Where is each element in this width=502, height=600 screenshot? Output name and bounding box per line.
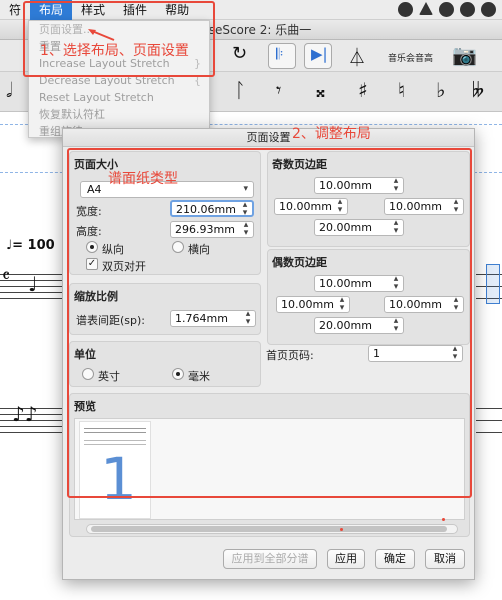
staff-line: [476, 408, 502, 409]
pan-button[interactable]: ▶|: [304, 43, 332, 69]
tray-evernote-icon[interactable]: [460, 2, 475, 17]
staff-line: [0, 432, 62, 433]
repeat-button[interactable]: 𝄆: [268, 43, 296, 69]
cancel-button[interactable]: 取消: [425, 549, 465, 569]
metronome-icon[interactable]: ⏃: [348, 44, 366, 70]
double-flat-icon[interactable]: 𝄫: [472, 78, 484, 102]
tray-wechat-icon[interactable]: [481, 2, 496, 17]
annotation-dot: [442, 518, 445, 521]
annotation-dot: [340, 528, 343, 531]
staff-line: [0, 298, 62, 299]
annotation-step1: 1、选择布局、页面设置: [40, 43, 189, 59]
annotation-paper-type: 谱面纸类型: [108, 171, 178, 187]
pan-icon: ▶|: [311, 45, 328, 63]
scrollbar-thumb[interactable]: [91, 526, 447, 532]
repeat-icon: 𝄆: [276, 45, 284, 63]
flip-stem-icon[interactable]: ᛚ: [234, 78, 246, 102]
ok-button[interactable]: 确定: [375, 549, 415, 569]
note-icon[interactable]: ♪♪: [12, 402, 38, 426]
note-duration-icon[interactable]: 𝅗𝅥: [6, 78, 12, 102]
tray-warning-icon[interactable]: [419, 2, 433, 15]
staff-line: [476, 420, 502, 421]
staff-line: [0, 426, 62, 427]
apply-all-parts-button[interactable]: 应用到全部分谱: [223, 549, 317, 569]
camera-icon[interactable]: 📷: [452, 43, 477, 67]
note-icon[interactable]: ♩: [28, 272, 37, 296]
annotation-box-menu: [23, 1, 215, 77]
menu-item-reset-stretch[interactable]: Reset Layout Stretch: [29, 89, 209, 106]
staff-line: [476, 432, 502, 433]
tempo-marking: ♩= 100: [6, 238, 55, 253]
annotation-box-dialog: [67, 148, 472, 498]
selection-highlight[interactable]: [486, 264, 500, 304]
double-sharp-icon[interactable]: 𝄪: [316, 78, 325, 102]
concert-pitch-button[interactable]: 音乐会音高: [388, 51, 433, 64]
rest-icon[interactable]: 𝄾: [276, 78, 281, 102]
flat-icon[interactable]: ♭: [436, 78, 445, 102]
annotation-step2: 2、调整布局: [292, 126, 371, 142]
preview-scrollbar[interactable]: [86, 524, 458, 534]
menu-item-reset-beams[interactable]: 恢复默认符杠: [29, 106, 209, 123]
natural-icon[interactable]: ♮: [398, 78, 405, 102]
system-tray: [398, 2, 496, 17]
apply-button[interactable]: 应用: [327, 549, 365, 569]
sharp-icon[interactable]: ♯: [358, 78, 368, 102]
tray-app-icon[interactable]: [398, 2, 413, 17]
annotation-arrow-icon: [88, 29, 115, 41]
dialog-title: 页面设置: [63, 129, 474, 147]
tray-penguin-icon[interactable]: [439, 2, 454, 17]
loop-icon[interactable]: ↻: [232, 43, 247, 64]
time-signature-icon: 𝄴: [2, 266, 11, 287]
